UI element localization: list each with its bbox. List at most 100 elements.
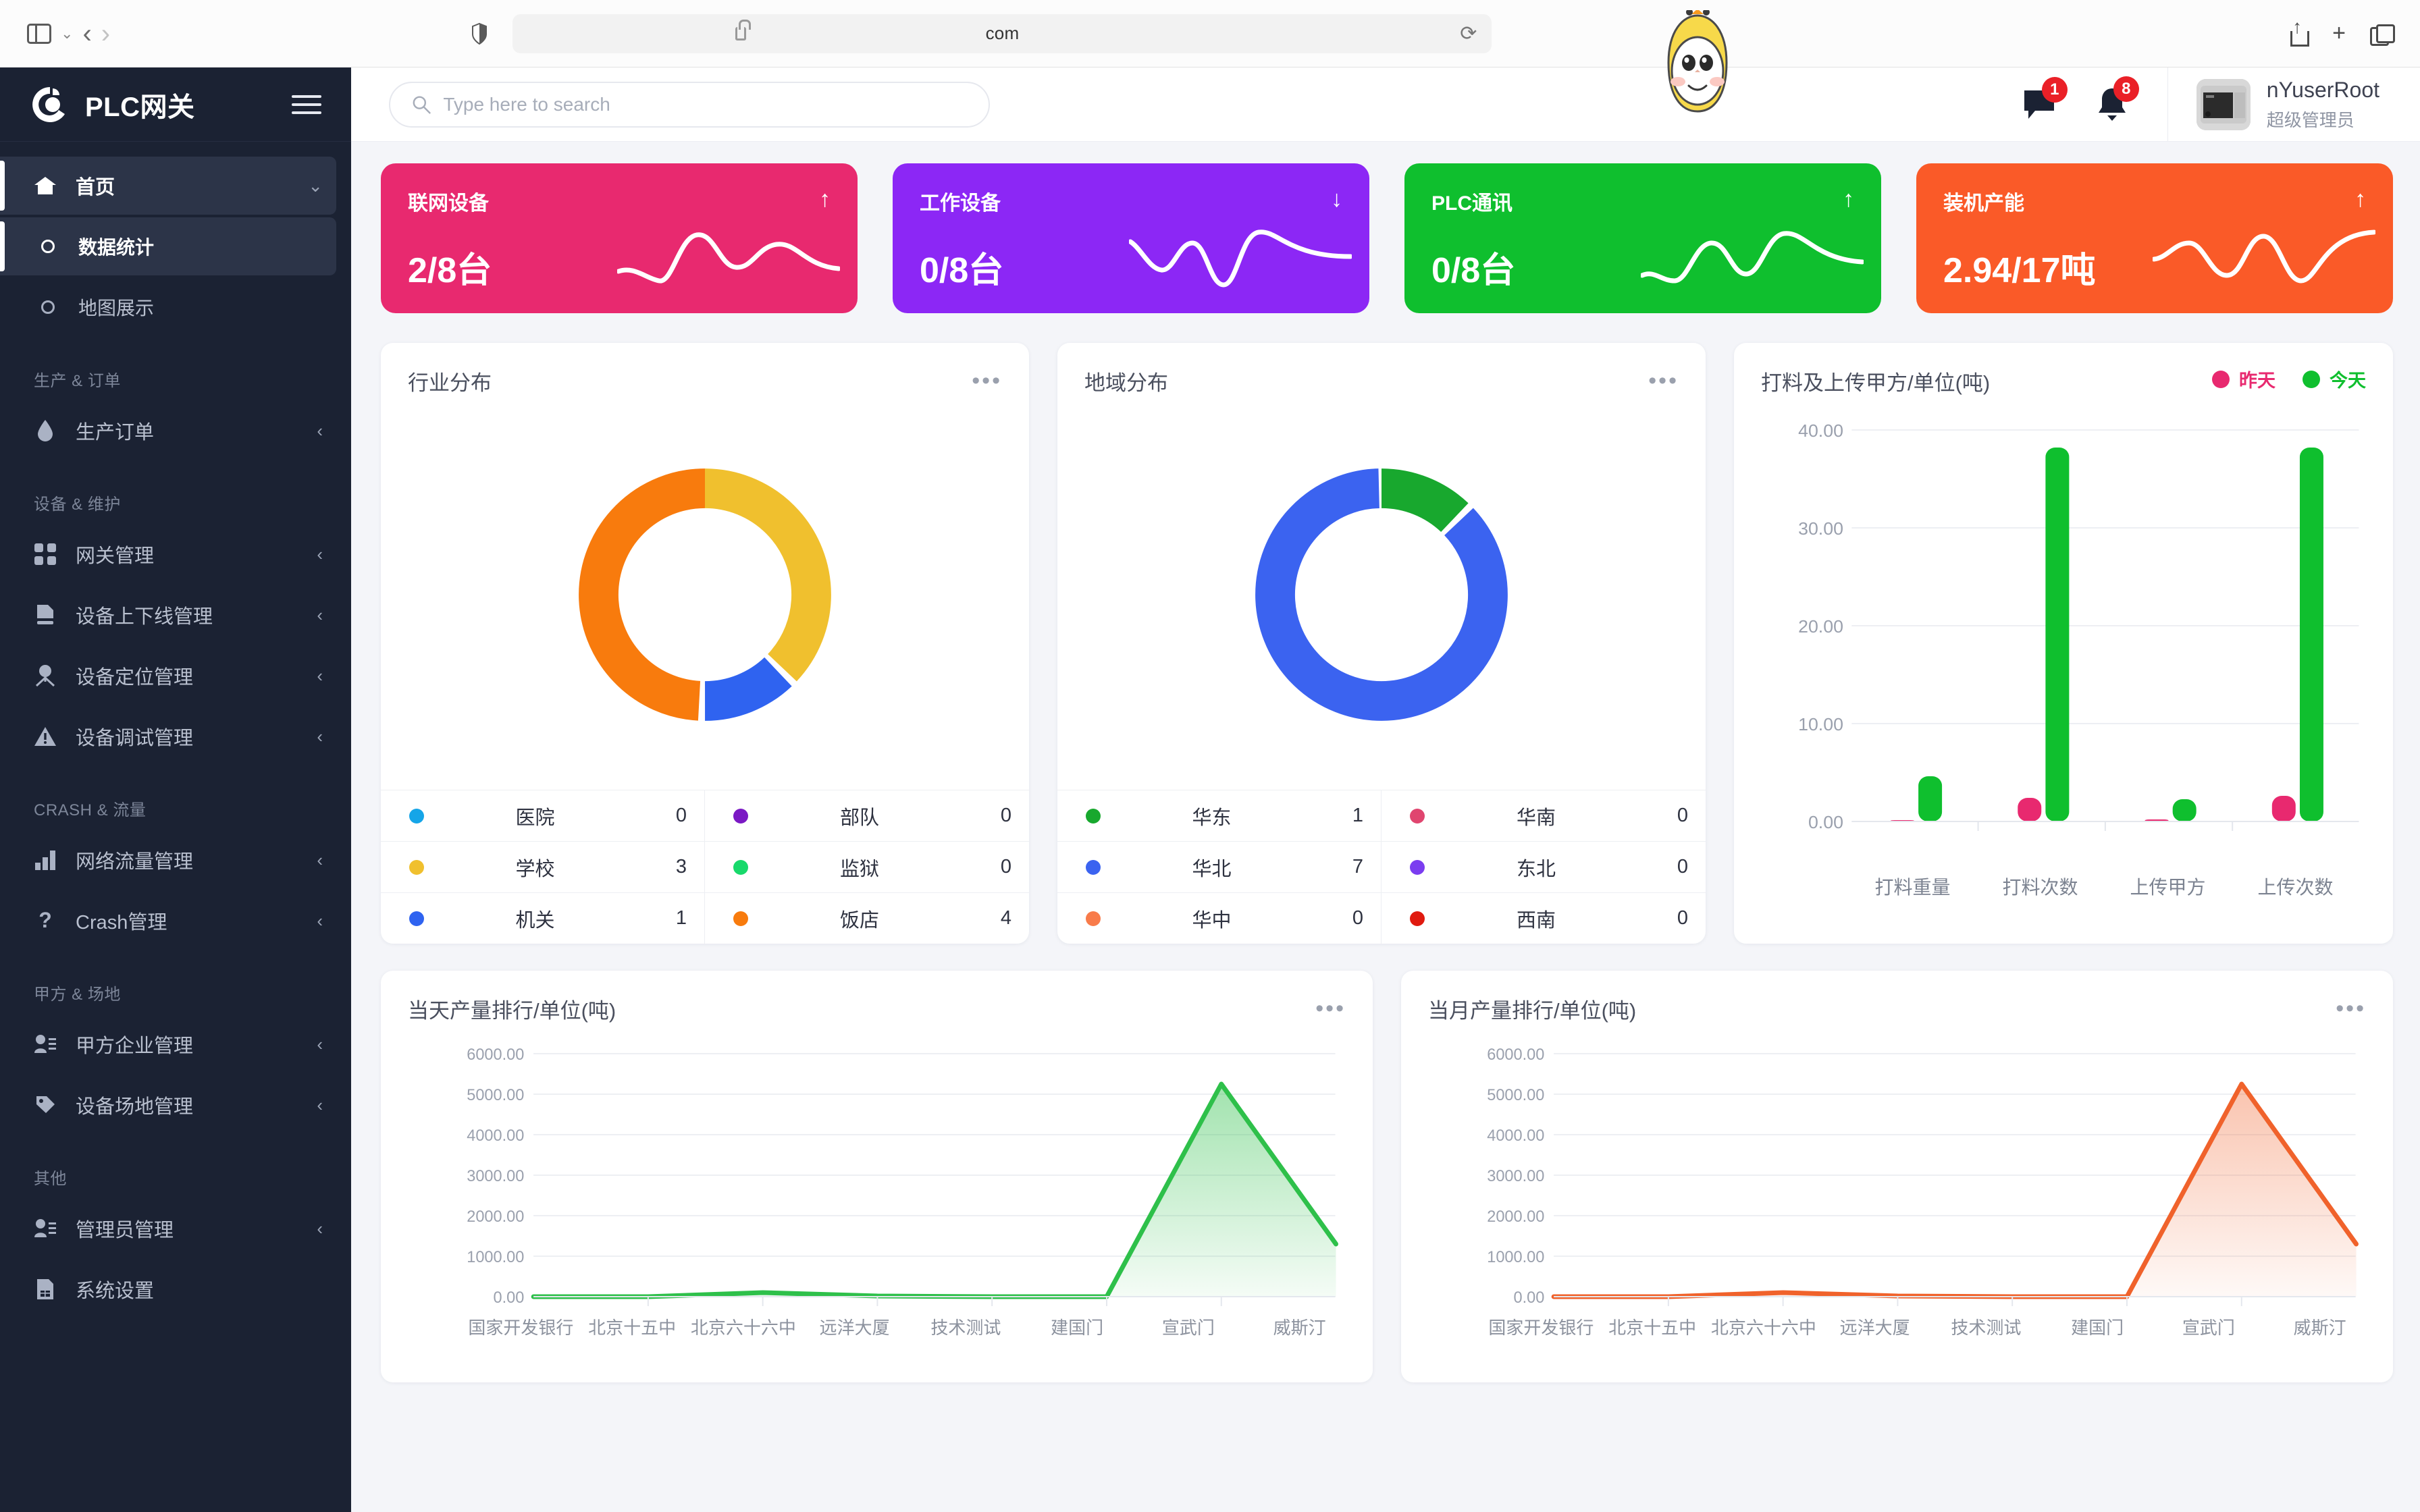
- sidebar-item-device-debug-management[interactable]: 设备调试管理 ‹: [0, 707, 336, 765]
- svg-text:6000.00: 6000.00: [467, 1046, 524, 1064]
- card-title: 行业分布: [408, 371, 492, 395]
- sidebar-item-network-traffic-management[interactable]: 网络流量管理 ‹: [0, 831, 336, 889]
- sidebar-item-label: 设备场地管理: [76, 1096, 194, 1118]
- chevron-down-icon: ⌄: [308, 175, 323, 196]
- legend-value: 1: [1352, 805, 1363, 826]
- sim-card-icon: [32, 1276, 58, 1302]
- sidebar-item-data-statistics[interactable]: 数据统计: [0, 217, 336, 275]
- x-axis-tick-label: 技术测试: [1951, 1318, 2022, 1338]
- logo-icon: [32, 86, 65, 122]
- legend-item[interactable]: 东北 0: [1382, 841, 1706, 892]
- sparkline-chart: [1641, 231, 1864, 284]
- legend-item[interactable]: 部队 0: [705, 790, 1029, 841]
- home-icon: [32, 173, 58, 198]
- chevron-left-icon: ‹: [317, 1033, 323, 1054]
- sidebar-item-crash-management[interactable]: ? Crash管理 ‹: [0, 892, 336, 950]
- legend-item[interactable]: 华南 0: [1382, 790, 1706, 841]
- messages-button[interactable]: 1: [2022, 76, 2068, 122]
- chevron-down-icon[interactable]: ⌄: [61, 25, 73, 43]
- kpi-card-installed-capacity[interactable]: 装机产能 ↑ 2.94/17吨: [1916, 163, 2393, 313]
- circle-icon: [35, 294, 61, 320]
- legend-color-dot: [409, 911, 424, 926]
- card-title: 当月产量排行/单位(吨): [1428, 999, 1637, 1023]
- svg-text:6000.00: 6000.00: [1487, 1046, 1544, 1064]
- x-axis-tick-label: 北京六十六中: [690, 1318, 796, 1338]
- legend-item[interactable]: 饭店 4: [705, 892, 1029, 944]
- sidebar-item-device-site-management[interactable]: 设备场地管理 ‹: [0, 1076, 336, 1134]
- legend-item[interactable]: 华中 0: [1057, 892, 1382, 944]
- legend-item[interactable]: 西南 0: [1382, 892, 1706, 944]
- shield-icon[interactable]: [472, 22, 488, 45]
- sidebar-item-gateway-management[interactable]: 网关管理 ‹: [0, 525, 336, 583]
- mid-row: 行业分布 ••• 医院 0 部队 0 学校 3 监狱 0 机关 1 饭店 4 地…: [381, 343, 2393, 944]
- card-menu-icon[interactable]: •••: [1648, 369, 1679, 393]
- sidebar-item-production-order[interactable]: 生产订单 ‹: [0, 402, 336, 460]
- upload-bar-card: 打料及上传甲方/单位(吨) 昨天 今天 40.00 30.00 20.00 10…: [1734, 343, 2393, 944]
- x-axis-tick-label: 威斯汀: [2293, 1318, 2346, 1338]
- legend-item[interactable]: 华东 1: [1057, 790, 1382, 841]
- day-production-card: 当天产量排行/单位(吨) ••• 6000.00 5000.00 4000.00…: [381, 971, 1373, 1382]
- sidebar-item-client-enterprise-management[interactable]: 甲方企业管理 ‹: [0, 1015, 336, 1073]
- kpi-card-plc-communication[interactable]: PLC通讯 ↑ 0/8台: [1404, 163, 1881, 313]
- sidebar-toggle-button[interactable]: [27, 23, 51, 44]
- circle-icon: [35, 234, 61, 259]
- sidebar-item-device-location-management[interactable]: 设备定位管理 ‹: [0, 647, 336, 705]
- sidebar-item-home[interactable]: 首页 ⌄: [0, 157, 336, 215]
- legend-item-today[interactable]: 今天: [2303, 366, 2366, 392]
- card-header: 当月产量排行/单位(吨) •••: [1401, 971, 2393, 1027]
- kpi-row: 联网设备 ↑ 2/8台 工作设备 ↓ 0/8台 PLC通讯 ↑ 0/8台 装机产…: [381, 163, 2393, 313]
- new-tab-icon[interactable]: +: [2332, 20, 2346, 47]
- card-menu-icon[interactable]: •••: [1315, 997, 1346, 1021]
- user-menu[interactable]: nYuserRoot 超级管理员: [2167, 68, 2420, 141]
- sidebar-item-admin-management[interactable]: 管理员管理 ‹: [0, 1199, 336, 1258]
- forward-button[interactable]: ›: [101, 20, 110, 47]
- chevron-left-icon: ‹: [317, 726, 323, 747]
- x-axis-tick-label: 北京十五中: [1608, 1318, 1697, 1338]
- svg-text:3000.00: 3000.00: [1487, 1167, 1544, 1185]
- reload-icon[interactable]: ⟳: [1460, 22, 1477, 45]
- legend-value: 3: [675, 856, 687, 878]
- sidebar-item-map-display[interactable]: 地图展示: [0, 278, 336, 336]
- document-icon: [32, 602, 58, 628]
- share-icon[interactable]: [2288, 16, 2310, 47]
- address-bar[interactable]: com ⟳: [512, 14, 1492, 53]
- legend-value: 1: [675, 907, 687, 929]
- sidebar-item-system-settings[interactable]: 系统设置: [0, 1260, 336, 1318]
- legend-item-yesterday[interactable]: 昨天: [2212, 366, 2276, 392]
- browser-toolbar-right: +: [2288, 16, 2395, 47]
- browser-chrome: ⌄ ‹ › com ⟳ ↑ +: [0, 0, 2420, 113]
- search-input[interactable]: [443, 93, 967, 115]
- legend-label: 华中: [1192, 909, 1232, 932]
- brand-title: PLC网关: [85, 92, 195, 122]
- kpi-card-working-devices[interactable]: 工作设备 ↓ 0/8台: [893, 163, 1369, 313]
- search-box[interactable]: [389, 81, 990, 128]
- legend-label: 华南: [1516, 807, 1556, 829]
- question-mark-icon: ?: [32, 908, 58, 934]
- sidebar-item-label: 设备上下线管理: [76, 606, 213, 628]
- x-axis-tick-label: 宣武门: [2182, 1318, 2235, 1338]
- hamburger-menu-icon[interactable]: [292, 94, 321, 114]
- back-button[interactable]: ‹: [82, 20, 91, 47]
- card-menu-icon[interactable]: •••: [2336, 997, 2366, 1021]
- svg-text:40.00: 40.00: [1798, 421, 1843, 441]
- legend-item[interactable]: 监狱 0: [705, 841, 1029, 892]
- legend-item[interactable]: 机关 1: [381, 892, 705, 944]
- svg-text:?: ?: [38, 909, 52, 932]
- chevron-left-icon: ‹: [317, 420, 323, 441]
- notifications-button[interactable]: 8: [2096, 76, 2139, 122]
- legend-label: 华东: [1192, 807, 1232, 829]
- legend-item[interactable]: 医院 0: [381, 790, 705, 841]
- legend-item[interactable]: 华北 7: [1057, 841, 1382, 892]
- legend-label: 学校: [515, 858, 555, 880]
- legend-color-dot: [409, 859, 424, 875]
- card-menu-icon[interactable]: •••: [972, 369, 1002, 393]
- sparkline-chart: [2153, 230, 2375, 284]
- legend-color-dot: [2212, 370, 2230, 388]
- legend-item[interactable]: 学校 3: [381, 841, 705, 892]
- kpi-card-connected-devices[interactable]: 联网设备 ↑ 2/8台: [381, 163, 858, 313]
- legend-value: 4: [1000, 907, 1011, 929]
- sidebar-item-device-online-management[interactable]: 设备上下线管理 ‹: [0, 586, 336, 644]
- tab-overview-icon[interactable]: [2369, 24, 2395, 46]
- x-axis-tick-label: 上传次数: [2257, 877, 2334, 898]
- url-text: com: [985, 23, 1020, 43]
